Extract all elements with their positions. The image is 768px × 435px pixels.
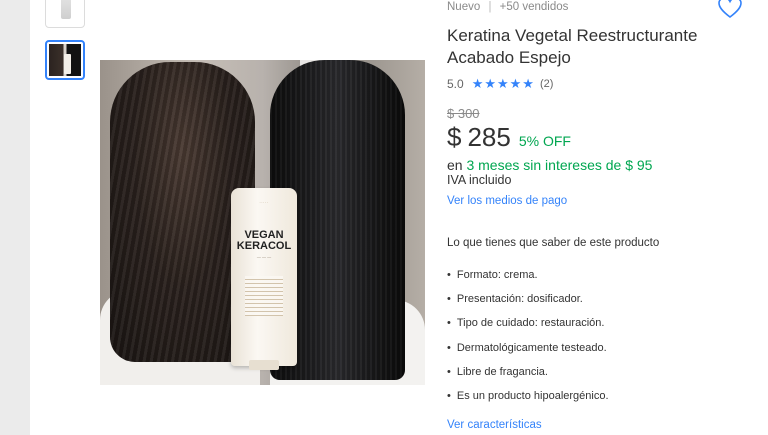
thumbnail-image [49,44,81,76]
tube-label: VEGAN KERACOL [236,229,292,252]
thumbnail-2-selected[interactable] [45,40,85,80]
feature-item: Presentación: dosificador. [447,290,609,314]
thumbnail-1[interactable] [45,0,85,28]
condition-sold: Nuevo | +50 vendidos [447,1,568,13]
separator: | [488,1,492,13]
payment-methods-link[interactable]: Ver los medios de pago [447,195,567,207]
product-tube: ····· VEGAN KERACOL — — — [231,188,297,370]
see-features-link[interactable]: Ver características [447,419,542,431]
star-icon: ★★★★★ [471,76,535,91]
feature-item: Es un producto hipoalergénico. [447,387,609,411]
feature-item: Libre de fragancia. [447,363,609,387]
original-price: $ 300 [447,106,480,121]
rating-count: (2) [539,78,554,90]
feature-item: Tipo de cuidado: restauración. [447,314,609,338]
current-price: $ 285 5% OFF [447,122,571,153]
main-product-image[interactable]: ····· VEGAN KERACOL — — — [100,60,425,385]
condition-label: Nuevo [447,1,481,13]
installments-prefix: en [447,157,463,173]
discount-badge: 5% OFF [518,133,571,149]
rating-value: 5.0 [447,77,464,91]
features-list: Formato: crema. Presentación: dosificado… [447,266,609,411]
installments: en 3 meses sin intereses de $ 95 [447,157,652,173]
rating[interactable]: 5.0 ★★★★★ (2) [447,76,553,92]
heart-icon[interactable] [718,0,742,19]
feature-item: Formato: crema. [447,266,609,290]
product-bottle-image [61,0,71,19]
features-heading: Lo que tienes que saber de este producto [447,237,660,249]
installments-text: 3 meses sin intereses de $ 95 [466,157,653,173]
tax-note: IVA incluido [447,173,512,187]
currency-symbol: $ [447,122,462,152]
price-amount: 285 [467,122,511,152]
product-title: Keratina Vegetal Reestructurante Acabado… [447,26,698,67]
sold-count: +50 vendidos [499,1,569,13]
feature-item: Dermatológicamente testeado. [447,339,609,363]
